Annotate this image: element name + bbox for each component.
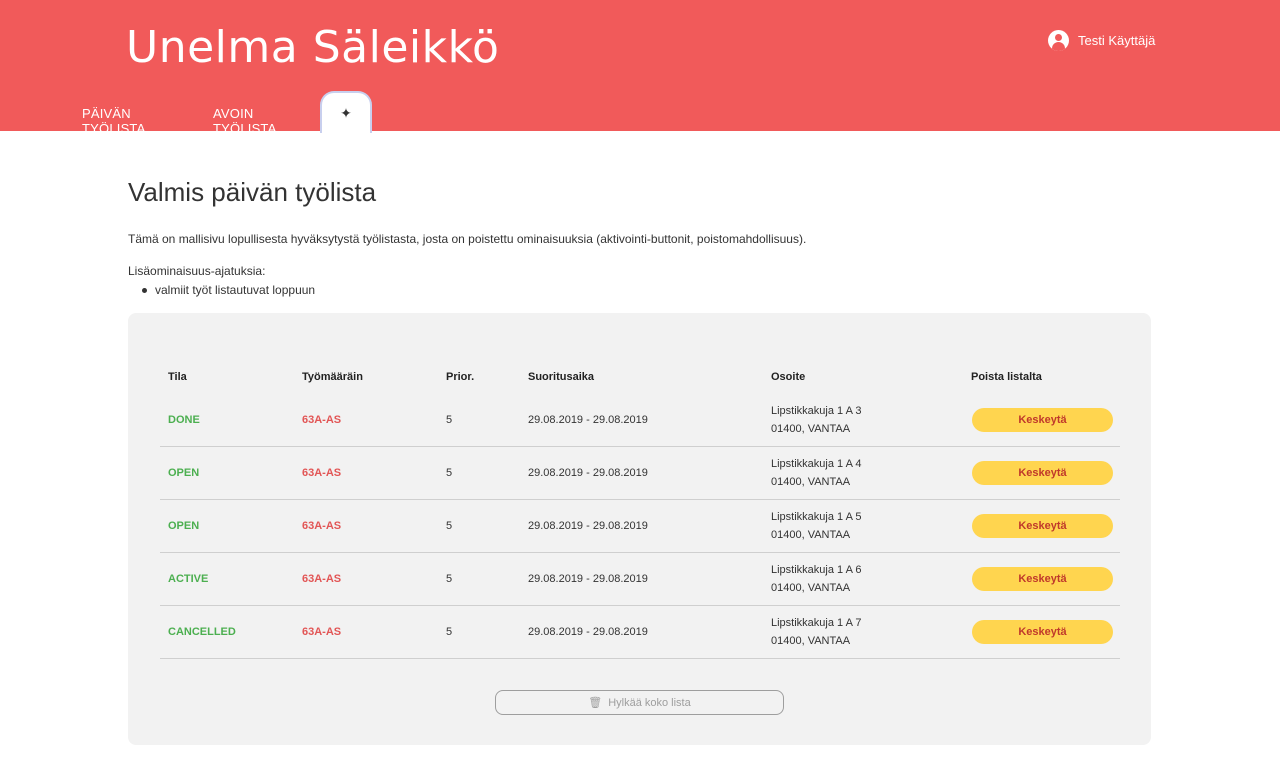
row-priority: 5 xyxy=(446,626,453,638)
row-address: Lipstikkakuja 1 A 4 01400, VANTAA xyxy=(771,455,862,491)
row-city: 01400, VANTAA xyxy=(771,476,851,488)
row-address: Lipstikkakuja 1 A 5 01400, VANTAA xyxy=(771,508,862,544)
row-street: Lipstikkakuja 1 A 7 xyxy=(771,617,862,629)
column-header-order: Työmääräin xyxy=(302,371,363,383)
brand-title: Unelma Säleikkö xyxy=(126,22,500,73)
row-street: Lipstikkakuja 1 A 4 xyxy=(771,458,862,470)
row-street: Lipstikkakuja 1 A 3 xyxy=(771,405,862,417)
column-header-status: Tila xyxy=(168,371,187,383)
row-status: OPEN xyxy=(168,520,200,532)
column-header-time: Suoritusaika xyxy=(528,371,595,383)
suspend-button[interactable]: Keskeytä xyxy=(972,620,1113,644)
row-status: OPEN xyxy=(168,467,200,479)
row-priority: 5 xyxy=(446,414,453,426)
nav-open-list[interactable]: AVOIN TYÖLISTA xyxy=(213,106,276,136)
user-menu[interactable]: Testi Käyttäjä xyxy=(1048,29,1155,51)
row-address: Lipstikkakuja 1 A 3 01400, VANTAA xyxy=(771,402,862,438)
table-row: OPEN 63A-AS 5 29.08.2019 - 29.08.2019 Li… xyxy=(160,447,1120,500)
row-city: 01400, VANTAA xyxy=(771,582,851,594)
row-time: 29.08.2019 - 29.08.2019 xyxy=(528,467,648,479)
user-circle-icon xyxy=(1048,29,1069,51)
ideas-list: valmiit työt listautuvat loppuun xyxy=(128,283,315,297)
user-name: Testi Käyttäjä xyxy=(1078,32,1156,48)
row-city: 01400, VANTAA xyxy=(771,423,851,435)
row-time: 29.08.2019 - 29.08.2019 xyxy=(528,573,648,585)
row-order-link[interactable]: 63A-AS xyxy=(302,520,341,532)
row-priority: 5 xyxy=(446,467,453,479)
row-order-link[interactable]: 63A-AS xyxy=(302,626,341,638)
row-status: DONE xyxy=(168,414,200,426)
suspend-button[interactable]: Keskeytä xyxy=(972,408,1113,432)
row-priority: 5 xyxy=(446,573,453,585)
row-city: 01400, VANTAA xyxy=(771,635,851,647)
suspend-button[interactable]: Keskeytä xyxy=(972,461,1113,485)
app-header: Unelma Säleikkö Testi Käyttäjä PÄIVÄN TY… xyxy=(0,0,1280,136)
trash-icon: 🗑 xyxy=(588,697,603,709)
ideas-label: Lisäominaisuus-ajatuksia: xyxy=(128,264,266,278)
table-row: ACTIVE 63A-AS 5 29.08.2019 - 29.08.2019 … xyxy=(160,553,1120,606)
row-time: 29.08.2019 - 29.08.2019 xyxy=(528,414,648,426)
row-order-link[interactable]: 63A-AS xyxy=(302,467,341,479)
reject-list-label: Hylkää koko lista xyxy=(608,696,691,709)
reject-list-button[interactable]: 🗑 Hylkää koko lista xyxy=(495,690,784,715)
worklist-panel: Tila Työmääräin Prior. Suoritusaika Osoi… xyxy=(128,313,1151,745)
table-row: DONE 63A-AS 5 29.08.2019 - 29.08.2019 Li… xyxy=(160,394,1120,447)
row-status: CANCELLED xyxy=(168,626,236,638)
table-row: OPEN 63A-AS 5 29.08.2019 - 29.08.2019 Li… xyxy=(160,500,1120,553)
row-street: Lipstikkakuja 1 A 6 xyxy=(771,564,862,576)
row-order-link[interactable]: 63A-AS xyxy=(302,414,341,426)
page-title: Valmis päivän työlista xyxy=(128,177,377,207)
column-header-remove: Poista listalta xyxy=(971,371,1042,383)
sparkle-icon: ✦ xyxy=(340,105,352,121)
row-time: 29.08.2019 - 29.08.2019 xyxy=(528,520,648,532)
row-status: ACTIVE xyxy=(168,573,209,585)
table-row: CANCELLED 63A-AS 5 29.08.2019 - 29.08.20… xyxy=(160,606,1120,659)
column-header-priority: Prior. xyxy=(446,371,475,383)
row-address: Lipstikkakuja 1 A 6 01400, VANTAA xyxy=(771,561,862,597)
row-priority: 5 xyxy=(446,520,453,532)
suspend-button[interactable]: Keskeytä xyxy=(972,567,1113,591)
nav-daily-list[interactable]: PÄIVÄN TYÖLISTA xyxy=(82,106,145,136)
ideas-list-item: valmiit työt listautuvat loppuun xyxy=(128,283,315,297)
intro-text: Tämä on mallisivu lopullisesta hyväksyty… xyxy=(128,232,807,246)
suspend-button[interactable]: Keskeytä xyxy=(972,514,1113,538)
row-order-link[interactable]: 63A-AS xyxy=(302,573,341,585)
row-street: Lipstikkakuja 1 A 5 xyxy=(771,511,862,523)
row-city: 01400, VANTAA xyxy=(771,529,851,541)
tab-final-list[interactable]: ✦ xyxy=(320,91,372,133)
row-time: 29.08.2019 - 29.08.2019 xyxy=(528,626,648,638)
row-address: Lipstikkakuja 1 A 7 01400, VANTAA xyxy=(771,614,862,650)
column-header-address: Osoite xyxy=(771,371,806,383)
